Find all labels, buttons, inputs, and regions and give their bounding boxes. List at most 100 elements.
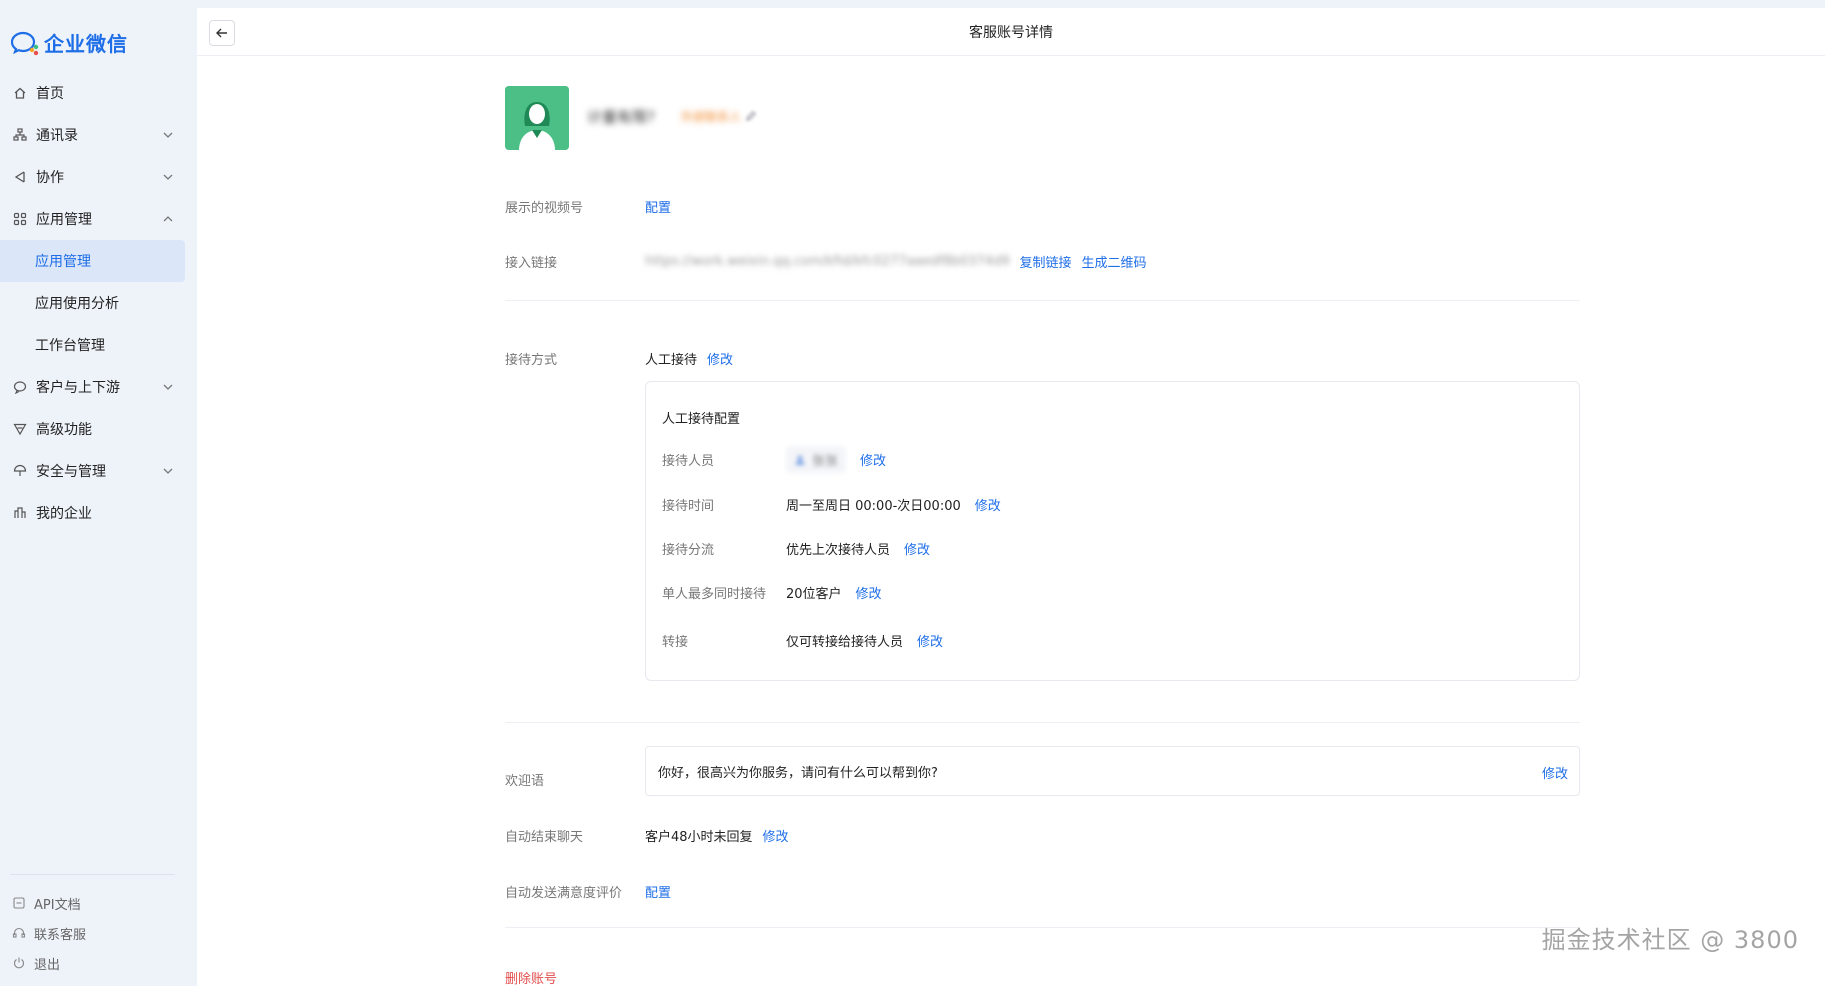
auto-end-row: 自动结束聊天 客户48小时未回复 修改 (505, 826, 789, 845)
chevron-down-icon (163, 174, 173, 180)
config-row-transfer: 转接 仅可转接给接待人员 修改 (662, 631, 943, 650)
config-title: 人工接待配置 (662, 412, 741, 427)
section-divider (505, 300, 1580, 301)
auto-end-value: 客户48小时未回复 (645, 830, 753, 845)
power-icon (14, 957, 24, 969)
welcome-message-text: 你好，很高兴为你服务，请问有什么可以帮到你? (658, 765, 938, 781)
account-name: 计量有限? (587, 108, 655, 126)
satisfaction-config-button[interactable]: 配置 (645, 882, 671, 901)
video-account-label: 展示的视频号 (505, 201, 584, 216)
config-label: 单人最多同时接待 (662, 587, 767, 602)
access-link-url: https://work.weixin.qq.com/kfid/kfc0277a… (645, 254, 1010, 269)
sidebar-item-label: 安全与管理 (36, 464, 106, 480)
sidebar-item-customers[interactable]: 客户与上下游 (0, 366, 197, 408)
sidebar-item-label: 工作台管理 (35, 338, 105, 354)
config-value: 优先上次接待人员 (786, 543, 891, 558)
contact-support-link[interactable]: 联系客服 (12, 918, 86, 948)
staff-chip: 张张 (786, 446, 847, 473)
welcome-label: 欢迎语 (505, 774, 545, 789)
sidebar-item-contacts[interactable]: 通讯录 (0, 114, 197, 156)
chevron-up-icon (163, 216, 173, 222)
welcome-row: 欢迎语 (505, 770, 645, 789)
api-docs-link[interactable]: API文档 (12, 888, 86, 918)
headset-icon (12, 927, 26, 938)
section-divider (505, 722, 1580, 723)
generate-qr-button[interactable]: 生成二维码 (1081, 252, 1146, 271)
reception-mode-row: 接待方式 人工接待 修改 (505, 349, 733, 368)
sidebar-item-label: 应用使用分析 (35, 296, 119, 312)
config-row-staff: 接待人员 张张 修改 (662, 446, 886, 473)
config-label: 转接 (662, 635, 689, 650)
sidebar-item-label: 应用管理 (36, 212, 92, 228)
sidebar-nav: 首页 通讯录 协作 应用管理 应用管理 应用使用分析 工作台管理 客户与上下游 … (0, 72, 197, 534)
account-tag: 外部联系人 (681, 110, 742, 124)
logout-link[interactable]: 退出 (12, 948, 86, 978)
org-chart-icon (12, 127, 28, 143)
reception-mode-value: 人工接待 (645, 353, 698, 368)
sidebar-item-label: 我的企业 (36, 506, 92, 522)
welcome-edit-button[interactable]: 修改 (1542, 763, 1568, 782)
main-panel: 客服账号详情 计量有限? 外部联系人 展示的视频号 配置 接入链接 https:… (197, 8, 1825, 986)
api-docs-label: API文档 (34, 897, 81, 913)
reception-mode-edit-button[interactable]: 修改 (707, 349, 733, 368)
umbrella-icon (12, 463, 28, 479)
page-title: 客服账号详情 (969, 25, 1053, 41)
config-value: 周一至周日 00:00-次日00:00 (786, 499, 961, 514)
wecom-logo-icon (10, 31, 39, 55)
sidebar-subitem-workbench-management[interactable]: 工作台管理 (0, 324, 197, 366)
sidebar-item-advanced[interactable]: 高级功能 (0, 408, 197, 450)
routing-edit-button[interactable]: 修改 (904, 539, 930, 558)
config-row-capacity: 单人最多同时接待 20位客户 修改 (662, 583, 882, 602)
video-account-row: 展示的视频号 配置 (505, 197, 671, 216)
sidebar: 企业微信 首页 通讯录 协作 应用管理 应用管理 应用使用分析 工作台管理 客户… (0, 0, 197, 986)
satisfaction-label: 自动发送满意度评价 (505, 886, 623, 901)
sidebar-item-my-company[interactable]: 我的企业 (0, 492, 197, 534)
sidebar-item-home[interactable]: 首页 (0, 72, 197, 114)
transfer-edit-button[interactable]: 修改 (917, 631, 943, 650)
reception-mode-label: 接待方式 (505, 353, 558, 368)
page-header: 客服账号详情 (197, 8, 1825, 56)
sidebar-item-label: 首页 (36, 86, 64, 102)
auto-end-edit-button[interactable]: 修改 (763, 826, 789, 845)
logo[interactable]: 企业微信 (10, 28, 128, 57)
config-label: 接待分流 (662, 543, 715, 558)
building-icon (12, 505, 28, 521)
sidebar-item-label: 应用管理 (35, 254, 91, 270)
home-icon (12, 85, 28, 101)
sidebar-item-label: 通讯录 (36, 128, 78, 144)
sidebar-item-label: 协作 (36, 170, 64, 186)
access-link-label: 接入链接 (505, 256, 558, 271)
satisfaction-row: 自动发送满意度评价 配置 (505, 882, 671, 901)
video-account-config-button[interactable]: 配置 (645, 197, 671, 216)
chevron-down-icon (163, 468, 173, 474)
config-value: 20位客户 (786, 587, 842, 602)
sidebar-item-collaboration[interactable]: 协作 (0, 156, 197, 198)
staff-edit-button[interactable]: 修改 (860, 450, 886, 469)
sidebar-subitem-app-usage-analysis[interactable]: 应用使用分析 (0, 282, 197, 324)
edit-name-icon[interactable] (745, 110, 757, 122)
sidebar-divider (10, 874, 175, 875)
share-icon (12, 169, 28, 185)
logout-label: 退出 (34, 957, 61, 973)
config-row-routing: 接待分流 优先上次接待人员 修改 (662, 539, 930, 558)
hours-edit-button[interactable]: 修改 (975, 495, 1001, 514)
sidebar-item-app-management[interactable]: 应用管理 (0, 198, 197, 240)
copy-link-button[interactable]: 复制链接 (1019, 252, 1071, 271)
capacity-edit-button[interactable]: 修改 (856, 583, 882, 602)
account-avatar[interactable] (505, 86, 569, 150)
grid-icon (12, 211, 28, 227)
sidebar-subitem-app-management[interactable]: 应用管理 (0, 240, 185, 282)
chevron-down-icon (163, 384, 173, 390)
config-value: 仅可转接给接待人员 (786, 635, 904, 650)
staff-name: 张张 (812, 454, 839, 469)
access-link-row: 接入链接 https://work.weixin.qq.com/kfid/kfc… (505, 252, 1147, 271)
config-label: 接待时间 (662, 499, 715, 514)
sidebar-item-security[interactable]: 安全与管理 (0, 450, 197, 492)
welcome-message-box: 你好，很高兴为你服务，请问有什么可以帮到你? 修改 (645, 746, 1580, 796)
config-row-hours: 接待时间 周一至周日 00:00-次日00:00 修改 (662, 495, 1001, 514)
contact-support-label: 联系客服 (34, 927, 87, 943)
manual-reception-config: 人工接待配置 接待人员 张张 修改 接待时间 周一至周日 00:00-次日00:… (645, 381, 1580, 681)
delete-account-button[interactable]: 删除账号 (505, 968, 557, 986)
sidebar-bottom: API文档 联系客服 退出 (12, 888, 86, 978)
triangle-icon (12, 421, 28, 437)
